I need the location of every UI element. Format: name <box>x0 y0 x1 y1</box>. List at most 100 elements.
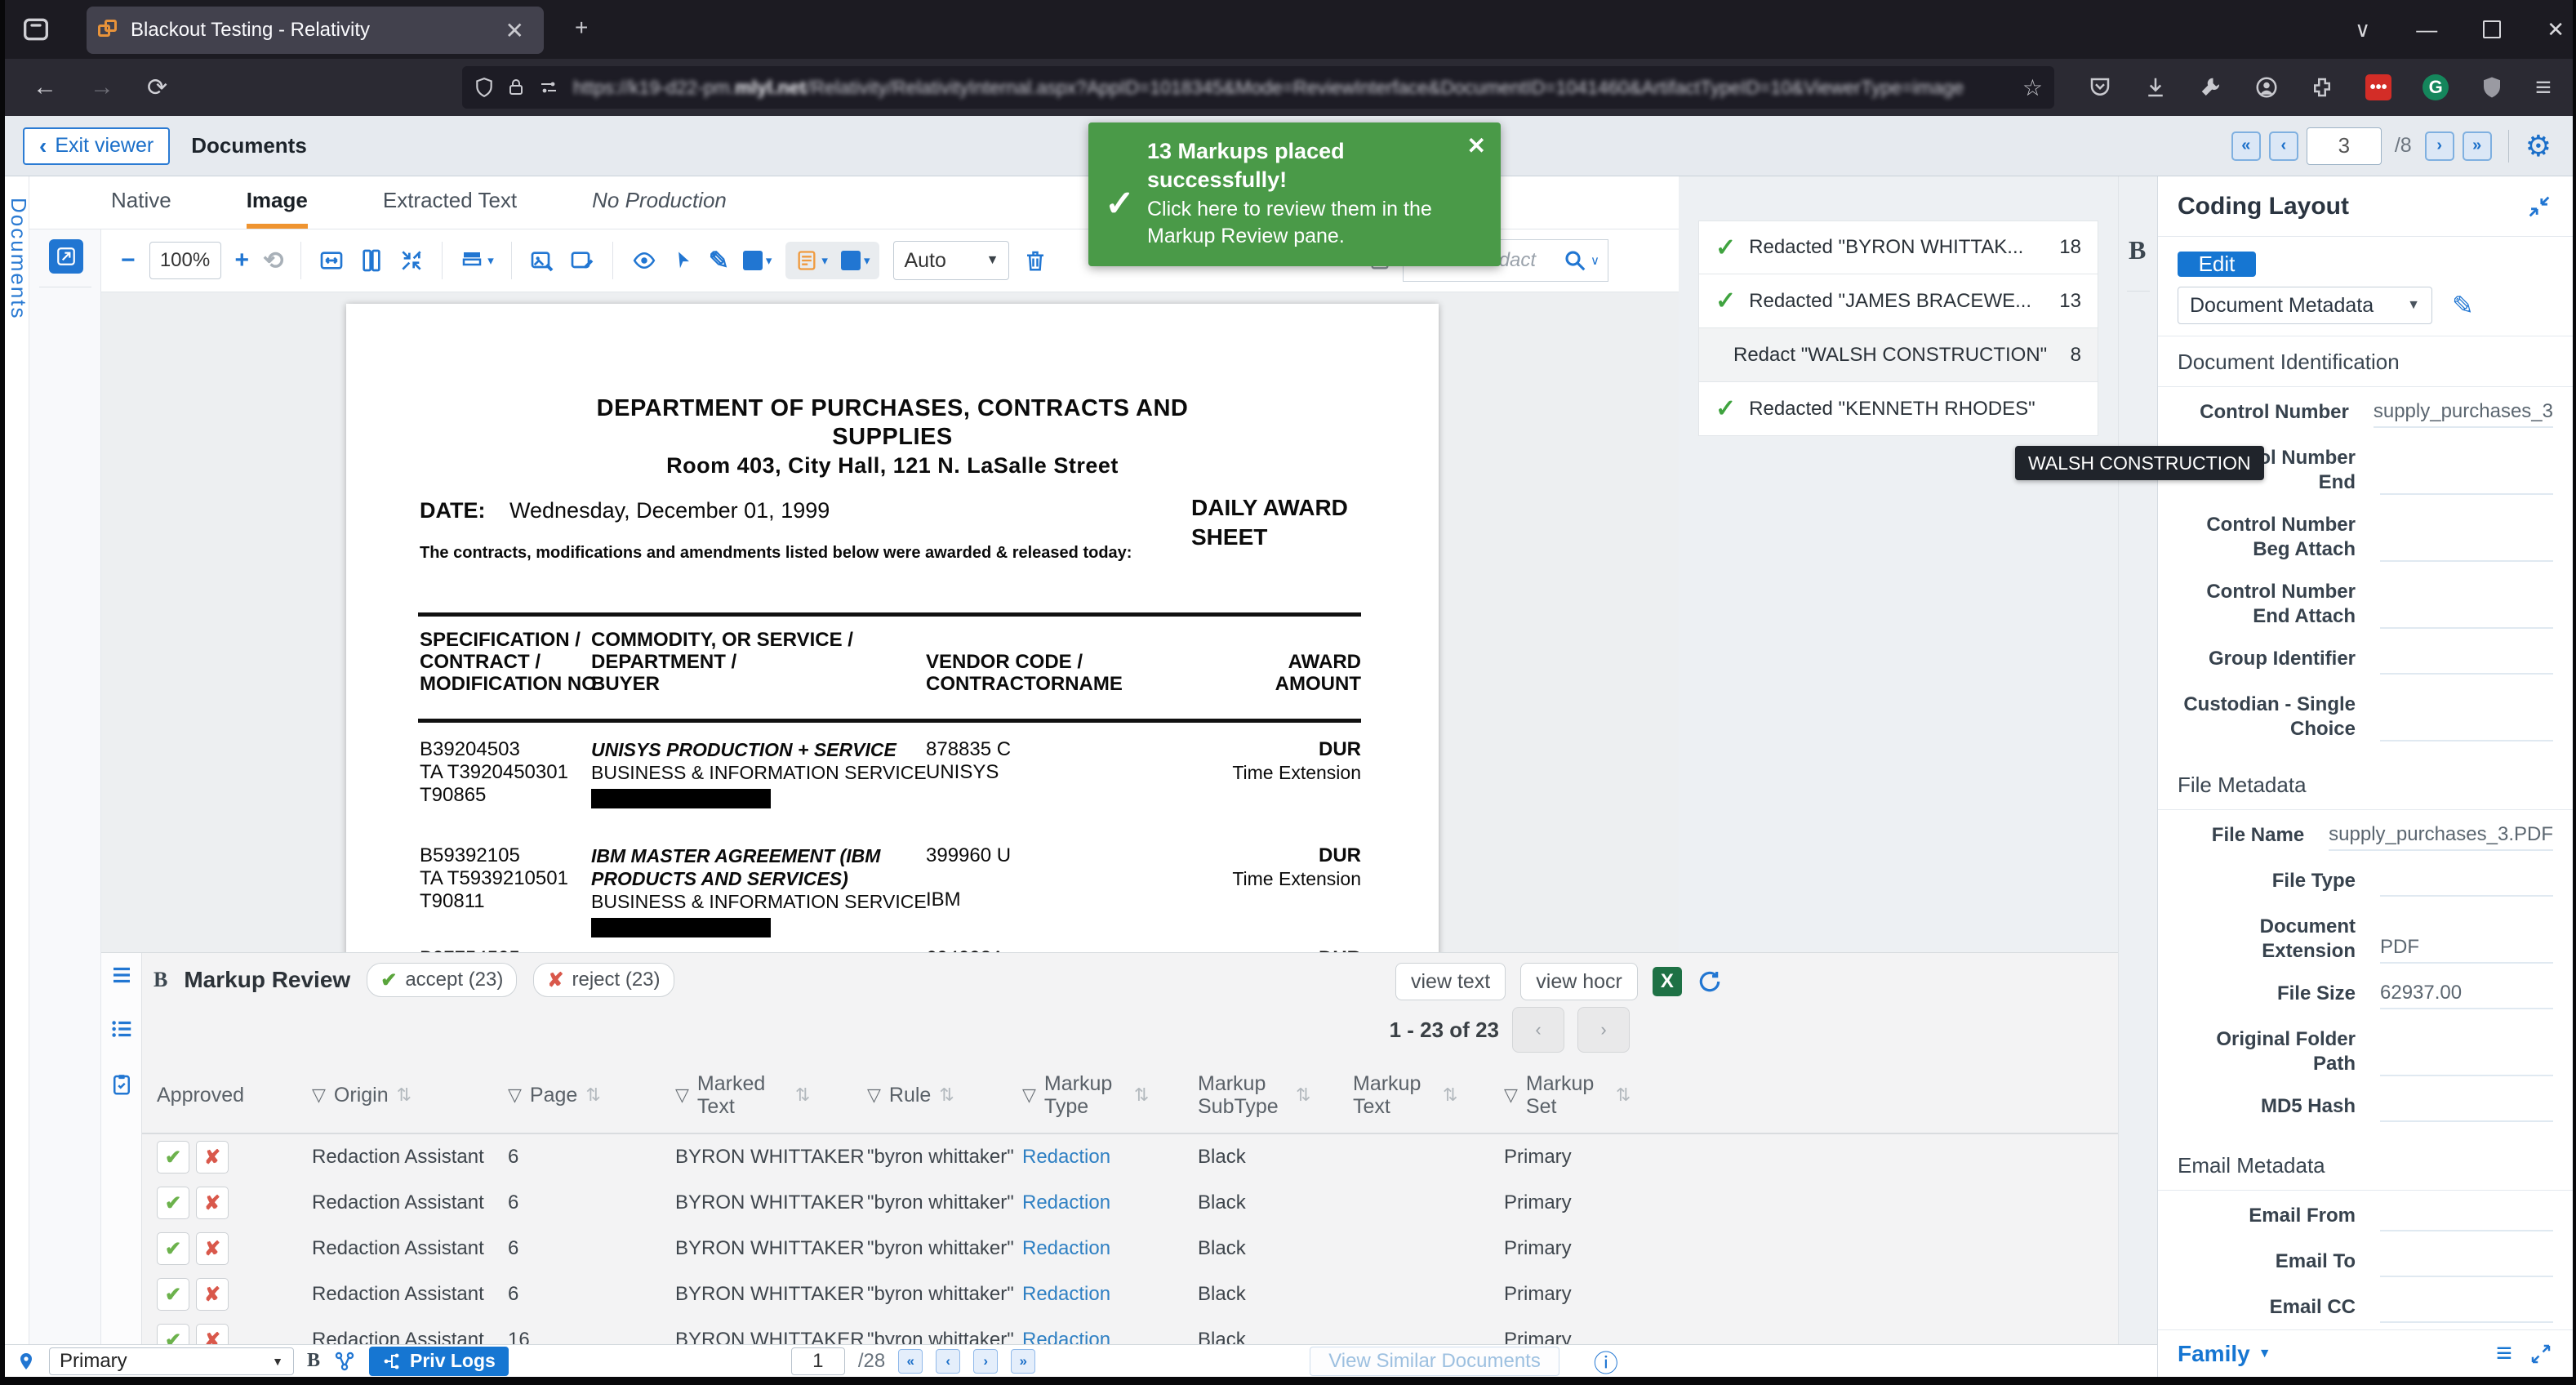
accept-all-button[interactable]: ✔accept (23) <box>367 963 517 997</box>
zoom-in-icon[interactable]: + <box>235 247 250 274</box>
blackout-app-icon[interactable]: B <box>2129 235 2146 265</box>
sort-icon[interactable]: ⇅ <box>1443 1084 1457 1107</box>
close-tab-icon[interactable]: ✕ <box>497 17 532 44</box>
markup-type-link[interactable]: Redaction <box>1022 1191 1198 1214</box>
sort-icon[interactable]: ⇅ <box>585 1084 600 1107</box>
approve-button[interactable]: ✔ <box>157 1141 189 1173</box>
filter-icon[interactable]: ▽ <box>675 1084 689 1107</box>
forward-button[interactable]: → <box>73 73 131 101</box>
sort-icon[interactable]: ⇅ <box>397 1084 412 1107</box>
filter-icon[interactable]: ▽ <box>508 1084 522 1107</box>
view-text-button[interactable]: view text <box>1395 963 1506 1000</box>
text-redaction-dropdown[interactable]: ▾ <box>795 248 828 273</box>
minimize-button[interactable]: — <box>2416 17 2437 42</box>
downloads-icon[interactable] <box>2143 75 2168 100</box>
column-approved[interactable]: Approved <box>157 1084 312 1107</box>
filter-icon[interactable]: ▽ <box>867 1084 881 1107</box>
first-document-button[interactable]: « <box>2231 131 2261 161</box>
sort-icon[interactable]: ⇅ <box>1296 1084 1310 1107</box>
view-similar-documents-button[interactable]: View Similar Documents <box>1310 1347 1559 1376</box>
close-toast-icon[interactable]: ✕ <box>1467 132 1486 159</box>
approve-button[interactable]: ✔ <box>157 1324 189 1344</box>
next-document-button[interactable]: › <box>2425 131 2454 161</box>
column-markup-subtype[interactable]: Markup SubType⇅ <box>1198 1072 1353 1118</box>
suggested-redaction-item[interactable]: Redact "WALSH CONSTRUCTION" 8 <box>1698 328 2098 382</box>
password-manager-extension-icon[interactable]: ••• <box>2365 74 2391 100</box>
reject-button[interactable]: ✘ <box>196 1278 229 1311</box>
markup-type-link[interactable]: Redaction <box>1022 1329 1198 1344</box>
menu-lines-icon[interactable] <box>109 963 134 987</box>
sort-icon[interactable]: ⇅ <box>1616 1084 1631 1107</box>
reject-button[interactable]: ✘ <box>196 1187 229 1219</box>
zoom-level-input[interactable] <box>149 242 221 279</box>
tracking-shield-icon[interactable] <box>474 76 495 99</box>
reject-button[interactable]: ✘ <box>196 1232 229 1265</box>
tab-extracted-text[interactable]: Extracted Text <box>383 176 517 229</box>
next-page-button[interactable]: › <box>1577 1007 1630 1053</box>
zoom-out-icon[interactable]: − <box>121 247 136 274</box>
sort-icon[interactable]: ⇅ <box>795 1084 810 1107</box>
redaction-black-bar[interactable] <box>591 789 771 808</box>
redaction-mode-select[interactable]: Auto▼ <box>893 241 1009 280</box>
approve-button[interactable]: ✔ <box>157 1232 189 1265</box>
location-pin-icon[interactable] <box>16 1349 36 1374</box>
column-rule[interactable]: ▽Rule⇅ <box>867 1084 1022 1107</box>
approve-button[interactable]: ✔ <box>157 1187 189 1219</box>
reject-all-button[interactable]: ✘reject (23) <box>533 963 674 997</box>
select-cursor-icon[interactable] <box>672 248 695 273</box>
reject-button[interactable]: ✘ <box>196 1324 229 1344</box>
refresh-icon[interactable] <box>1697 969 1723 995</box>
exit-viewer-button[interactable]: ‹ Exit viewer <box>23 127 170 165</box>
close-window-button[interactable]: ✕ <box>2547 17 2565 42</box>
chevron-down-icon[interactable]: ∨ <box>1591 253 1599 268</box>
expand-panel-icon[interactable] <box>2529 1342 2553 1366</box>
settings-gear-icon[interactable]: ⚙ <box>2525 129 2552 163</box>
account-icon[interactable] <box>2254 75 2279 100</box>
tab-native[interactable]: Native <box>111 176 171 229</box>
black-redaction-dropdown[interactable]: ▾ <box>841 251 870 270</box>
markup-type-link[interactable]: Redaction <box>1022 1283 1198 1306</box>
address-bar[interactable]: https://k19-d22-pm.mlyl.net/Relativity/R… <box>462 66 2054 109</box>
save-stamp-icon[interactable] <box>529 247 555 274</box>
markup-type-link[interactable]: Redaction <box>1022 1146 1198 1169</box>
documents-vertical-tab[interactable]: Documents <box>5 176 29 1344</box>
column-markup-type[interactable]: ▽Markup Type⇅ <box>1022 1072 1198 1118</box>
filter-icon[interactable]: ▽ <box>1022 1084 1036 1107</box>
pen-markup-icon[interactable]: ✎ <box>709 247 729 275</box>
column-markup-set[interactable]: ▽Markup Set⇅ <box>1504 1072 1667 1118</box>
hierarchy-icon[interactable] <box>333 1350 356 1373</box>
view-hocr-button[interactable]: view hocr <box>1520 963 1638 1000</box>
bullet-list-icon[interactable] <box>109 1017 134 1041</box>
edit-stamp-icon[interactable] <box>569 247 595 274</box>
lock-icon[interactable] <box>506 77 526 98</box>
markup-set-select[interactable]: Primary▼ <box>49 1347 294 1375</box>
redaction-black-bar[interactable] <box>591 918 771 937</box>
previous-document-button[interactable]: ‹ <box>2269 131 2298 161</box>
column-markup-text[interactable]: Markup Text⇅ <box>1353 1072 1504 1118</box>
priv-logs-button[interactable]: Priv Logs <box>369 1347 509 1376</box>
image-page-input[interactable] <box>791 1347 845 1375</box>
collapse-panel-icon[interactable] <box>2525 193 2553 220</box>
first-page-button[interactable]: « <box>898 1349 923 1374</box>
fit-width-icon[interactable] <box>318 247 345 274</box>
column-marked-text[interactable]: ▽Marked Text⇅ <box>675 1072 867 1118</box>
column-page[interactable]: ▽Page⇅ <box>508 1084 675 1107</box>
menu-hamburger-icon[interactable]: ≡ <box>2535 72 2552 104</box>
previous-page-button[interactable]: ‹ <box>936 1349 960 1374</box>
suggested-redaction-item[interactable]: ✓ Redacted "KENNETH RHODES" <box>1698 382 2098 436</box>
toast-body[interactable]: Click here to review them in the Markup … <box>1147 196 1463 250</box>
reject-button[interactable]: ✘ <box>196 1141 229 1173</box>
edit-button[interactable]: Edit <box>2178 252 2256 277</box>
family-dropdown[interactable]: Family <box>2178 1341 2250 1367</box>
document-canvas[interactable]: DEPARTMENT OF PURCHASES, CONTRACTS AND S… <box>101 292 1679 952</box>
previous-page-button[interactable]: ‹ <box>1512 1007 1564 1053</box>
layout-select[interactable]: Document Metadata▼ <box>2178 287 2432 324</box>
delete-markup-trash-icon[interactable] <box>1023 247 1048 274</box>
last-document-button[interactable]: » <box>2463 131 2492 161</box>
browser-tab[interactable]: Blackout Testing - Relativity ✕ <box>87 7 544 54</box>
suggested-redaction-item[interactable]: ✓ Redacted "JAMES BRACEWE... 13 <box>1698 274 2098 328</box>
back-button[interactable]: ← <box>16 73 73 101</box>
clipboard-icon[interactable] <box>109 1072 134 1097</box>
layout-mode-dropdown[interactable]: ▾ <box>460 248 494 273</box>
export-excel-icon[interactable]: X <box>1653 967 1682 996</box>
